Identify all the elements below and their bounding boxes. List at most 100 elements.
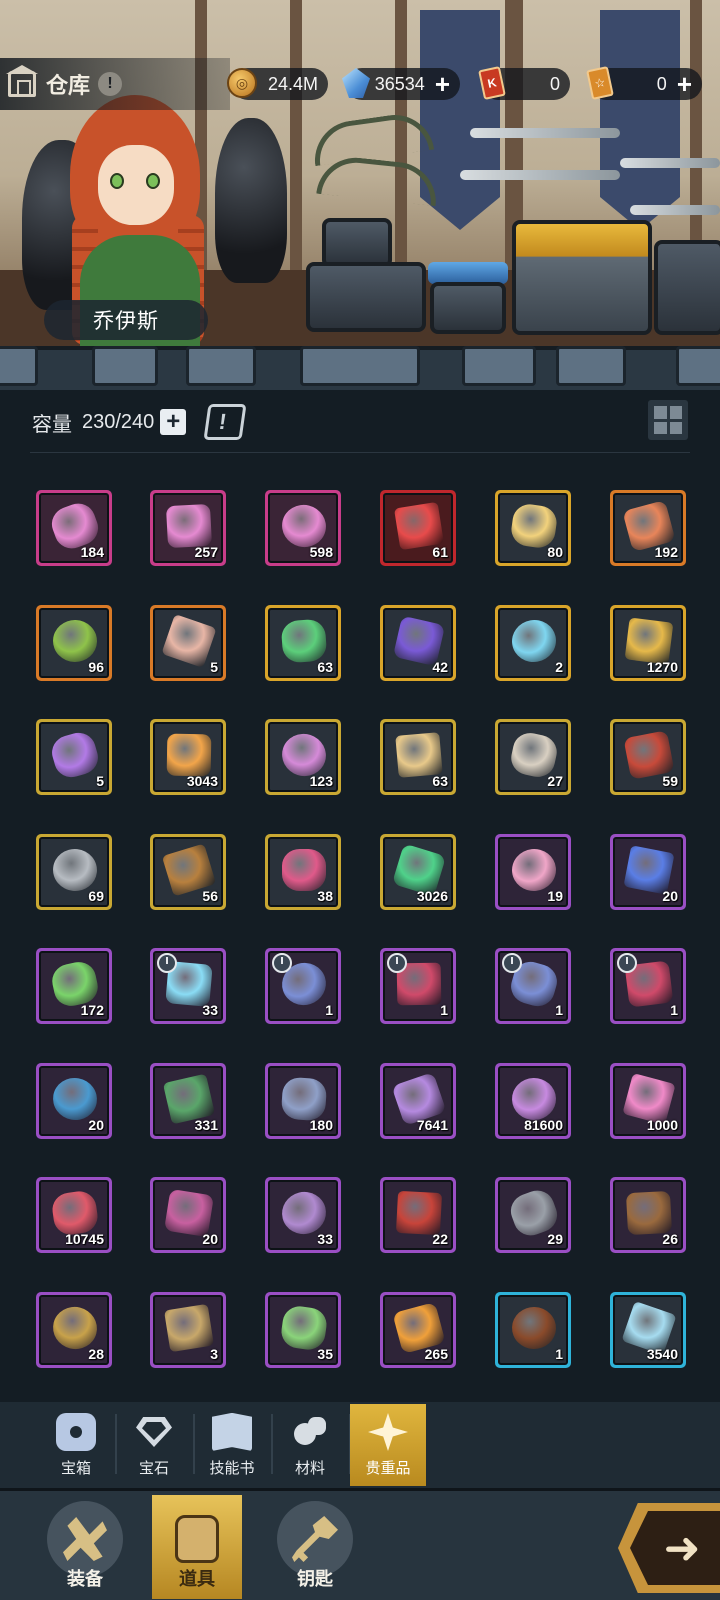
item-slot[interactable]: 81600 [495, 1063, 571, 1139]
item-slot[interactable]: 3540 [610, 1292, 686, 1368]
leather-envelope-icon [625, 1190, 673, 1236]
wooden-crate [654, 240, 720, 335]
category-tab-star[interactable]: 贵重品 [350, 1404, 426, 1486]
category-tab-material[interactable]: 材料 [272, 1404, 348, 1486]
category-tab-book[interactable]: 技能书 [194, 1404, 270, 1486]
item-slot[interactable]: 63 [380, 719, 456, 795]
item-slot[interactable]: 3043 [150, 719, 226, 795]
divider [30, 452, 690, 453]
calendar-alert-icon[interactable] [203, 404, 247, 440]
category-tab-label: 宝箱 [60, 1460, 91, 1477]
item-slot[interactable]: 10745 [36, 1177, 112, 1253]
item-slot[interactable]: 96 [36, 605, 112, 681]
nav-button-bag[interactable]: 道具 [152, 1495, 242, 1599]
item-slot[interactable]: 56 [150, 834, 226, 910]
item-quantity: 35 [317, 1346, 333, 1362]
item-quantity: 1000 [646, 1117, 678, 1133]
item-slot[interactable]: 184 [36, 490, 112, 566]
nav-button-crossed-weapons[interactable]: 装备 [40, 1495, 130, 1599]
item-slot[interactable]: 20 [150, 1177, 226, 1253]
star-icon [368, 1413, 408, 1451]
gold-ticket-counter: ☆ 0 + [586, 66, 702, 100]
gem-pile-icon [50, 1189, 100, 1237]
cloth-sheet-icon [395, 732, 443, 778]
iron-ingot-icon [50, 846, 100, 894]
item-slot[interactable]: 42 [380, 605, 456, 681]
item-slot[interactable]: 123 [265, 719, 341, 795]
category-tab-chest[interactable]: 宝箱 [38, 1404, 114, 1486]
stone-block [186, 346, 256, 386]
item-quantity: 3026 [416, 888, 448, 904]
item-slot[interactable]: 3026 [380, 834, 456, 910]
item-slot[interactable]: 38 [265, 834, 341, 910]
winged-halo-icon [509, 502, 559, 550]
item-slot[interactable]: 33 [265, 1177, 341, 1253]
item-slot[interactable]: 7641 [380, 1063, 456, 1139]
category-tab-gem[interactable]: 宝石 [116, 1404, 192, 1486]
item-quantity: 96 [88, 659, 104, 675]
item-slot[interactable]: 5 [36, 719, 112, 795]
item-slot[interactable]: 22 [380, 1177, 456, 1253]
item-quantity: 61 [432, 544, 448, 560]
next-button[interactable]: ➜ [618, 1503, 720, 1593]
item-slot[interactable]: 1 [495, 1292, 571, 1368]
diamond-plus-button[interactable]: + [435, 71, 450, 97]
item-slot[interactable]: 172 [36, 948, 112, 1024]
item-slot[interactable]: 29 [495, 1177, 571, 1253]
item-slot[interactable]: 257 [150, 490, 226, 566]
item-slot[interactable]: 19 [495, 834, 571, 910]
grid-view-toggle-icon[interactable] [648, 400, 688, 440]
pink-fabric-icon [163, 1188, 215, 1238]
item-slot[interactable]: 28 [36, 1292, 112, 1368]
item-slot[interactable]: 265 [380, 1292, 456, 1368]
item-slot[interactable]: 1 [495, 948, 571, 1024]
item-quantity: 1 [325, 1002, 333, 1018]
item-slot[interactable]: 80 [495, 490, 571, 566]
item-slot[interactable]: 61 [380, 490, 456, 566]
item-slot[interactable]: 598 [265, 490, 341, 566]
item-slot[interactable]: 59 [610, 719, 686, 795]
nav-button-key[interactable]: 钥匙 [270, 1495, 360, 1599]
expand-capacity-button[interactable]: + [160, 409, 187, 435]
item-slot[interactable]: 69 [36, 834, 112, 910]
item-slot[interactable]: 27 [495, 719, 571, 795]
red-ticket-value: 0 [549, 73, 560, 94]
item-quantity: 19 [547, 888, 563, 904]
category-tab-label: 宝石 [138, 1460, 169, 1477]
gold-ticket-value: 0 [656, 73, 667, 94]
item-slot[interactable]: 5 [150, 605, 226, 681]
item-slot[interactable]: 20 [610, 834, 686, 910]
item-slot[interactable]: 192 [610, 490, 686, 566]
stone-ring-icon [280, 1076, 328, 1122]
item-slot[interactable]: 33 [150, 948, 226, 1024]
item-slot[interactable]: 180 [265, 1063, 341, 1139]
info-icon[interactable]: ! [98, 72, 123, 96]
scroll-icon [161, 613, 217, 669]
red-cloth-icon [395, 1190, 443, 1236]
item-quantity: 3043 [186, 773, 218, 789]
item-quantity: 59 [662, 773, 678, 789]
red-crystal-icon [393, 501, 445, 551]
item-slot[interactable]: 35 [265, 1292, 341, 1368]
gold-value: 24.4M [267, 73, 318, 94]
item-slot[interactable]: 1270 [610, 605, 686, 681]
item-slot[interactable]: 63 [265, 605, 341, 681]
warehouse-title: 仓库 ! [0, 58, 230, 110]
gem-icon [134, 1413, 174, 1451]
item-slot[interactable]: 26 [610, 1177, 686, 1253]
item-slot[interactable]: 2 [495, 605, 571, 681]
item-quantity: 81600 [524, 1117, 563, 1133]
item-quantity: 331 [194, 1117, 218, 1133]
item-slot[interactable]: 1 [265, 948, 341, 1024]
item-slot[interactable]: 1 [380, 948, 456, 1024]
small-chest [322, 218, 392, 268]
mystery-box-icon [163, 1303, 215, 1353]
item-slot[interactable]: 20 [36, 1063, 112, 1139]
item-slot[interactable]: 1 [610, 948, 686, 1024]
arrow-right-icon: ➜ [663, 1523, 701, 1573]
gold-ticket-plus-button[interactable]: + [677, 71, 692, 97]
item-slot[interactable]: 331 [150, 1063, 226, 1139]
green-potion-icon [280, 618, 328, 664]
item-slot[interactable]: 1000 [610, 1063, 686, 1139]
item-slot[interactable]: 3 [150, 1292, 226, 1368]
